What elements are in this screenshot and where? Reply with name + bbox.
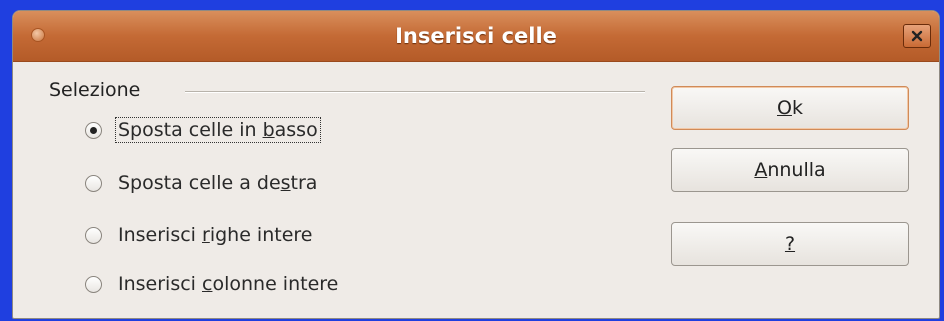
help-mnemonic: ?	[784, 233, 796, 255]
radio-label[interactable]: Inserisci colonne intere	[116, 272, 340, 296]
radio-selected-dot	[90, 126, 97, 134]
dialog-window: Inserisci celle Selezione Sposta celle i…	[12, 10, 940, 319]
cancel-button[interactable]: Annulla	[671, 148, 909, 192]
selection-group-label: Selezione	[49, 79, 141, 101]
radio-button[interactable]	[85, 275, 102, 293]
ok-label: k	[791, 97, 803, 119]
radio-button[interactable]	[85, 121, 102, 139]
help-button[interactable]: ?	[671, 222, 909, 266]
radio-label[interactable]: Sposta celle a destra	[116, 171, 319, 195]
cancel-mnemonic: A	[754, 159, 768, 181]
radio-option-insert-columns[interactable]: Inserisci colonne intere	[85, 269, 340, 299]
radio-button[interactable]	[85, 174, 102, 192]
ok-mnemonic: O	[777, 97, 792, 119]
close-button[interactable]	[903, 24, 931, 48]
radio-option-shift-right[interactable]: Sposta celle a destra	[85, 168, 319, 198]
close-icon	[911, 30, 923, 42]
radio-label[interactable]: Sposta celle in basso	[115, 117, 321, 143]
radio-option-shift-down[interactable]: Sposta celle in basso	[85, 115, 321, 145]
radio-button[interactable]	[85, 226, 102, 244]
radio-option-insert-rows[interactable]: Inserisci righe intere	[85, 220, 314, 250]
ok-button[interactable]: Ok	[671, 86, 909, 130]
cancel-label: nnulla	[767, 159, 826, 181]
window-title: Inserisci celle	[395, 24, 557, 48]
radio-label[interactable]: Inserisci righe intere	[116, 223, 314, 247]
group-divider	[185, 91, 645, 93]
titlebar[interactable]: Inserisci celle	[13, 11, 939, 62]
